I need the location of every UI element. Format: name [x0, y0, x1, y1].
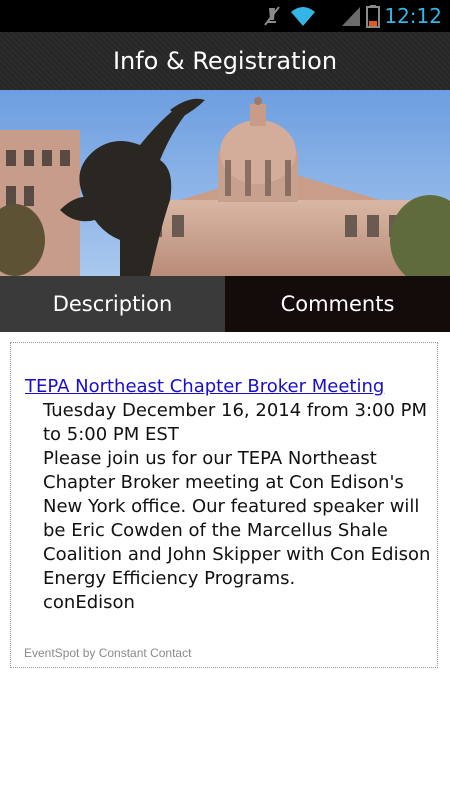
event-organizer: conEdison [43, 592, 135, 613]
capitol-building-image [0, 90, 450, 276]
event-datetime: Tuesday December 16, 2014 from 3:00 PM t… [43, 400, 428, 445]
event-card: TEPA Northeast Chapter Broker Meeting Tu… [10, 342, 438, 668]
tab-comments[interactable]: Comments [225, 276, 450, 332]
status-time: 12:12 [384, 4, 442, 28]
event-description: Please join us for our TEPA Northeast Ch… [43, 448, 431, 589]
wifi-icon [291, 7, 315, 26]
mute-icon [264, 6, 280, 26]
battery-icon [366, 5, 380, 28]
event-title-link[interactable]: TEPA Northeast Chapter Broker Meeting [25, 375, 384, 399]
action-bar: Info & Registration [0, 32, 450, 91]
tab-description[interactable]: Description [0, 276, 225, 332]
page-title: Info & Registration [112, 47, 338, 75]
status-bar: 12:12 [0, 0, 450, 32]
signal-icon [342, 7, 360, 26]
header-image [0, 90, 450, 276]
app-screen: 12:12 Info & Registration Description Co… [0, 0, 450, 800]
tab-bar: Description Comments [0, 276, 450, 332]
footer-credit: EventSpot by Constant Contact [24, 646, 192, 660]
event-details: Tuesday December 16, 2014 from 3:00 PM t… [43, 399, 431, 615]
